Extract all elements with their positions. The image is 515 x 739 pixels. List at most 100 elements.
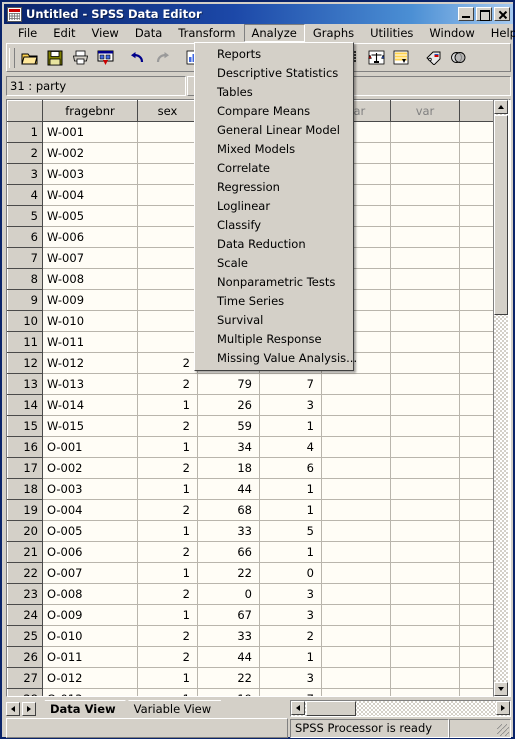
cell-col3[interactable]: 0 [197, 583, 260, 605]
cell-col3[interactable]: 59 [197, 415, 260, 437]
cell-var2[interactable] [390, 289, 460, 311]
cell-fragebnr[interactable]: W-009 [42, 289, 138, 311]
menu-edit[interactable]: Edit [45, 24, 83, 42]
cell-col3[interactable]: 18 [197, 457, 260, 479]
cell-var1[interactable] [321, 604, 391, 626]
scroll-left-button[interactable] [291, 701, 305, 715]
menu-item-survival[interactable]: Survival [195, 311, 353, 330]
cell-var2[interactable] [390, 310, 460, 332]
cell-sex[interactable]: 2 [137, 457, 198, 479]
row-header[interactable]: 27 [7, 667, 43, 689]
cell-fragebnr[interactable]: W-005 [42, 205, 138, 227]
cell-fragebnr[interactable]: W-001 [42, 121, 138, 143]
cell-var2[interactable] [390, 667, 460, 689]
cell-col4[interactable]: 1 [259, 478, 322, 500]
cell-var1[interactable] [321, 688, 391, 696]
cell-col3[interactable]: 22 [197, 562, 260, 584]
menu-item-general-linear-model[interactable]: General Linear Model [195, 121, 353, 140]
table-row[interactable]: 25 O-010 2 33 2 [7, 625, 500, 647]
table-row[interactable]: 27 O-012 1 22 3 [7, 667, 500, 689]
cell-var2[interactable] [390, 478, 460, 500]
cell-sex[interactable]: 1 [137, 394, 198, 416]
horizontal-scroll-thumb[interactable] [306, 701, 356, 716]
cell-var2[interactable] [390, 688, 460, 696]
row-header[interactable]: 12 [7, 352, 43, 374]
cell-var1[interactable] [321, 457, 391, 479]
scroll-right-button[interactable] [496, 701, 510, 715]
cell-col3[interactable]: 68 [197, 499, 260, 521]
menu-item-missing-value-analysis[interactable]: Missing Value Analysis... [195, 349, 357, 368]
table-row[interactable]: 19 O-004 2 68 1 [7, 499, 500, 521]
cell-col4[interactable]: 3 [259, 394, 322, 416]
cell-fragebnr[interactable]: O-008 [42, 583, 138, 605]
menu-item-data-reduction[interactable]: Data Reduction [195, 235, 353, 254]
cell-col4[interactable]: 4 [259, 436, 322, 458]
cell-fragebnr[interactable]: W-015 [42, 415, 138, 437]
row-header[interactable]: 8 [7, 268, 43, 290]
cell-sex[interactable]: 1 [137, 688, 198, 696]
menu-help[interactable]: Help [483, 24, 515, 42]
cell-var1[interactable] [321, 667, 391, 689]
cell-col3[interactable]: 33 [197, 520, 260, 542]
cell-col3[interactable]: 22 [197, 667, 260, 689]
cell-sex[interactable] [137, 268, 198, 290]
cell-fragebnr[interactable]: O-011 [42, 646, 138, 668]
cell-fragebnr[interactable]: O-002 [42, 457, 138, 479]
menu-item-time-series[interactable]: Time Series [195, 292, 353, 311]
menu-graphs[interactable]: Graphs [305, 24, 362, 42]
cell-sex[interactable] [137, 247, 198, 269]
table-row[interactable]: 22 O-007 1 22 0 [7, 562, 500, 584]
cell-col4[interactable]: 1 [259, 541, 322, 563]
row-header[interactable]: 2 [7, 142, 43, 164]
cell-fragebnr[interactable]: O-009 [42, 604, 138, 626]
cell-fragebnr[interactable]: O-001 [42, 436, 138, 458]
cell-sex[interactable] [137, 205, 198, 227]
cell-sex[interactable]: 2 [137, 583, 198, 605]
menu-item-scale[interactable]: Scale [195, 254, 353, 273]
use-sets-icon[interactable] [446, 46, 470, 69]
column-header-sex[interactable]: sex [137, 100, 198, 122]
row-header[interactable]: 1 [7, 121, 43, 143]
close-button[interactable] [494, 7, 510, 21]
cell-col3[interactable]: 26 [197, 394, 260, 416]
print-icon[interactable] [68, 46, 92, 69]
table-row[interactable]: 21 O-006 2 66 1 [7, 541, 500, 563]
menu-item-multiple-response[interactable]: Multiple Response [195, 330, 353, 349]
horizontal-scrollbar[interactable] [290, 700, 511, 717]
table-row[interactable]: 15 W-015 2 59 1 [7, 415, 500, 437]
cell-sex[interactable]: 1 [137, 436, 198, 458]
cell-var2[interactable] [390, 583, 460, 605]
cell-col3[interactable]: 19 [197, 688, 260, 696]
cell-fragebnr[interactable]: W-002 [42, 142, 138, 164]
cell-sex[interactable] [137, 289, 198, 311]
tab-data-view[interactable]: Data View [38, 700, 126, 718]
cell-var2[interactable] [390, 457, 460, 479]
cell-fragebnr[interactable]: O-010 [42, 625, 138, 647]
menu-item-descriptive-statistics[interactable]: Descriptive Statistics [195, 64, 353, 83]
cell-sex[interactable]: 2 [137, 625, 198, 647]
row-header[interactable]: 9 [7, 289, 43, 311]
save-file-icon[interactable] [43, 46, 67, 69]
column-header-fragebnr[interactable]: fragebnr [42, 100, 138, 122]
cell-sex[interactable]: 1 [137, 604, 198, 626]
menu-transform[interactable]: Transform [170, 24, 243, 42]
vertical-scroll-thumb[interactable] [494, 115, 508, 315]
cell-sex[interactable]: 2 [137, 373, 198, 395]
cell-sex[interactable] [137, 310, 198, 332]
cell-var2[interactable] [390, 520, 460, 542]
cell-col4[interactable]: 1 [259, 415, 322, 437]
cell-fragebnr[interactable]: W-012 [42, 352, 138, 374]
cell-fragebnr[interactable]: W-013 [42, 373, 138, 395]
cell-var1[interactable] [321, 520, 391, 542]
cell-col3[interactable]: 66 [197, 541, 260, 563]
cell-var2[interactable] [390, 142, 460, 164]
cell-var2[interactable] [390, 184, 460, 206]
cell-var2[interactable] [390, 499, 460, 521]
cell-var2[interactable] [390, 373, 460, 395]
cell-col4[interactable]: 1 [259, 499, 322, 521]
cell-var1[interactable] [321, 625, 391, 647]
row-header[interactable]: 22 [7, 562, 43, 584]
scroll-down-button[interactable] [494, 682, 508, 696]
cell-col4[interactable]: 7 [259, 373, 322, 395]
table-row[interactable]: 24 O-009 1 67 3 [7, 604, 500, 626]
